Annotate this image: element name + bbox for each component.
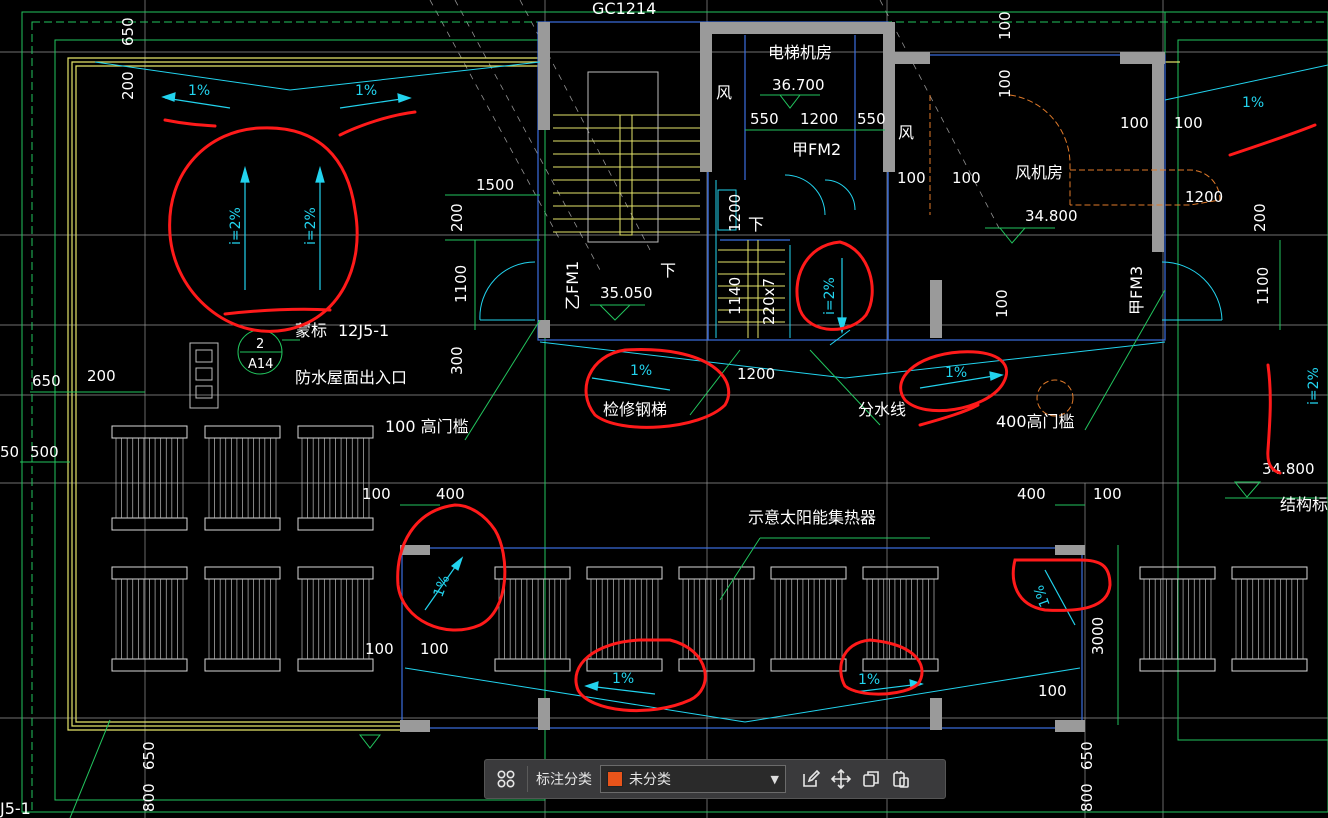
dim: 100 <box>952 169 981 187</box>
label-ref-sheet: A14 <box>248 357 273 372</box>
dim: 200 <box>1251 203 1269 232</box>
annotation-toolbar: 标注分类 未分类 ▼ <box>484 759 946 799</box>
label-down-2: 下 <box>748 215 764 234</box>
label-elevator-room: 电梯机房 <box>768 43 832 62</box>
dim: 650 <box>1078 741 1096 770</box>
label-standard: 12J5-1 <box>338 321 389 340</box>
category-color-swatch <box>607 771 623 787</box>
dim: 3000 <box>1089 617 1107 655</box>
label-divide-line: 分水线 <box>858 400 906 419</box>
category-dropdown[interactable]: 未分类 ▼ <box>600 765 786 793</box>
dim: 650 <box>32 372 61 390</box>
label-fm1: 乙FM1 <box>563 261 582 310</box>
dim: 100 <box>996 11 1014 40</box>
dim: 100 <box>1038 682 1067 700</box>
label-gc: GC1214 <box>592 0 656 18</box>
label-ref-number: 2 <box>256 337 264 352</box>
slope-label: i=2% <box>228 207 244 245</box>
slope-label: 1% <box>1242 95 1264 111</box>
dim: 400 <box>436 485 465 503</box>
slope-label: 1% <box>355 83 377 99</box>
dim: 650 <box>119 17 137 46</box>
dim: 220x7 <box>760 278 778 325</box>
dim: 1200 <box>737 365 775 383</box>
dim: 100 <box>365 640 394 658</box>
dim: 500 <box>30 443 59 461</box>
label-fan-level: 34.800 <box>1025 207 1078 225</box>
label-door-fm2: 甲FM2 <box>792 140 841 159</box>
dim: 100 <box>1174 114 1203 132</box>
label-elev-level: 36.700 <box>772 76 825 94</box>
toolbar-divider <box>527 766 528 792</box>
edit-icon[interactable] <box>796 764 826 794</box>
dim: 550 <box>750 110 779 128</box>
dim: 1100 <box>1254 267 1272 305</box>
slope-label: 1% <box>188 83 210 99</box>
copy-icon[interactable] <box>856 764 886 794</box>
label-struct: 结构标高 <box>1280 495 1328 514</box>
dim: 100 <box>897 169 926 187</box>
dim: 1200 <box>1185 188 1223 206</box>
dim: 800 <box>1078 783 1096 812</box>
label-sill-100: 100 高门槛 <box>385 417 469 436</box>
dim: 200 <box>448 203 466 232</box>
slope-label: i=2% <box>1306 367 1322 405</box>
dim: 100 <box>996 69 1014 98</box>
dim: 100 <box>1120 114 1149 132</box>
label-ladder: 检修钢梯 <box>603 400 667 419</box>
dim: 400 <box>1017 485 1046 503</box>
grid-icon[interactable] <box>491 764 521 794</box>
category-label: 标注分类 <box>536 772 592 788</box>
label-solar: 示意太阳能集热器 <box>748 508 876 527</box>
label-mengbiao: 蒙标 <box>295 321 327 340</box>
dim: 1200 <box>800 110 838 128</box>
dim: 200 <box>87 367 116 385</box>
dim: 50 <box>0 443 19 461</box>
slope-label: i=2% <box>303 207 319 245</box>
slope-label: i=2% <box>822 277 838 315</box>
label-sill-400: 400高门槛 <box>996 412 1075 431</box>
dim: 100 <box>362 485 391 503</box>
slope-label: 1% <box>858 672 880 688</box>
dim: 1100 <box>452 265 470 303</box>
cad-drawing-canvas[interactable]: GC1214 电梯机房 36.700 甲FM2 风机房 34.800 风 风 3… <box>0 0 1328 818</box>
dim: 300 <box>448 346 466 375</box>
label-down-1: 下 <box>660 261 676 280</box>
label-wind-1: 风 <box>716 83 732 102</box>
paste-icon[interactable] <box>886 764 916 794</box>
slope-label: 1% <box>945 365 967 381</box>
label-j51: J5-1 <box>0 799 31 818</box>
dim: 1200 <box>726 194 744 232</box>
dim: 550 <box>857 110 886 128</box>
dim: 650 <box>140 741 158 770</box>
dim: 800 <box>140 783 158 812</box>
dim: 100 <box>1093 485 1122 503</box>
category-selected-value: 未分类 <box>629 772 671 788</box>
dim: 1140 <box>726 277 744 315</box>
label-roof-exit: 防水屋面出入口 <box>295 368 407 387</box>
dim: 200 <box>119 71 137 100</box>
slope-label: 1% <box>612 671 634 687</box>
label-stair-level: 35.050 <box>600 284 653 302</box>
dim: 100 <box>993 289 1011 318</box>
label-wind-2: 风 <box>898 123 914 142</box>
label-fan-room: 风机房 <box>1015 163 1063 182</box>
dim: 1500 <box>476 176 514 194</box>
label-fm3: 甲FM3 <box>1127 266 1146 315</box>
move-icon[interactable] <box>826 764 856 794</box>
chevron-down-icon: ▼ <box>770 772 779 786</box>
slope-label: 1% <box>630 363 652 379</box>
dim: 100 <box>420 640 449 658</box>
